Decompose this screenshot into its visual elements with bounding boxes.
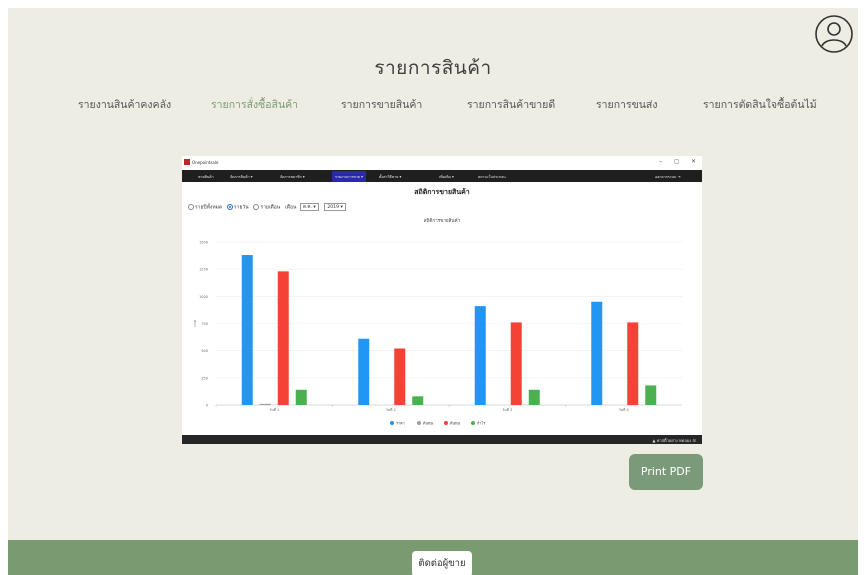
bar [627,322,639,405]
nav-item-tree-decisions[interactable]: รายการตัดสินใจซื้อต้นไม้ [703,96,817,113]
y-tick-label: 250 [201,376,208,380]
x-tick-label: วันที่ 2 [386,407,396,412]
legend-marker [417,421,421,425]
nav-item-inventory-report[interactable]: รายงานสินค้าคงคลัง [78,96,171,113]
y-tick-label: 1000 [199,295,208,299]
y-tick-label: 1500 [199,241,208,245]
legend-marker [390,421,394,425]
user-circle-icon [815,15,853,53]
legend-marker [471,421,475,425]
page-title: รายการสินค้า [374,57,492,79]
nav-item-shipping[interactable]: รายการขนส่ง [596,96,657,113]
nav-item-purchase-orders[interactable]: รายการสั่งซื้อสินค้า [211,96,298,113]
x-tick-label: วันที่ 4 [619,407,630,412]
bar [277,271,289,405]
contact-seller-button[interactable]: ติดต่อผู้ขาย [412,551,472,575]
legend-marker [444,421,448,425]
legend-label: ต้นทุน [450,420,461,426]
legend-label: ต้นทุน [423,420,434,426]
bar [474,306,486,405]
y-tick-label: 0 [206,404,208,408]
bar [295,389,307,405]
y-tick-label: 750 [201,322,208,326]
bar [591,301,603,405]
footer: ติดต่อผู้ขาย [8,540,858,575]
main-nav: รายงานสินค้าคงคลัง รายการสั่งซื้อสินค้า … [8,96,858,116]
x-tick-label: วันที่ 3 [502,407,512,412]
bar [358,338,370,405]
bar [412,396,424,405]
bar [259,403,271,405]
nav-item-sales-list[interactable]: รายการขายสินค้า [341,96,422,113]
user-account-icon[interactable] [814,14,854,54]
bar [241,255,253,405]
y-tick-label: 1250 [199,268,208,272]
print-pdf-button[interactable]: Print PDF [629,454,703,490]
sales-chart: 0 250 500 750 1000 1250 1500 บาทวันที่ 1 วันที่ … [193,241,682,426]
status-text: ▲ พาสติ้วอย่าง ทดลอง ☰ [652,438,696,443]
page: รายการสินค้า รายงานสินค้าคงคลัง รายการสั… [8,8,858,575]
nav-item-best-sellers[interactable]: รายการสินค้าขายดี [467,96,555,113]
y-axis-label: บาท [193,320,197,327]
bar [645,385,657,405]
bar [394,348,406,405]
sales-report-screenshot: Onepointsale – ◻ ✕ ขายสินค้า จัดการสินค้… [182,156,702,444]
bar [528,389,540,405]
y-tick-label: 500 [201,349,208,353]
bar [510,322,522,405]
legend-label: ราคา [396,420,405,425]
app-statusbar: ▲ พาสติ้วอย่าง ทดลอง ☰ [182,435,702,444]
legend-label: กำไร [477,420,485,425]
x-tick-label: วันที่ 1 [269,407,279,412]
